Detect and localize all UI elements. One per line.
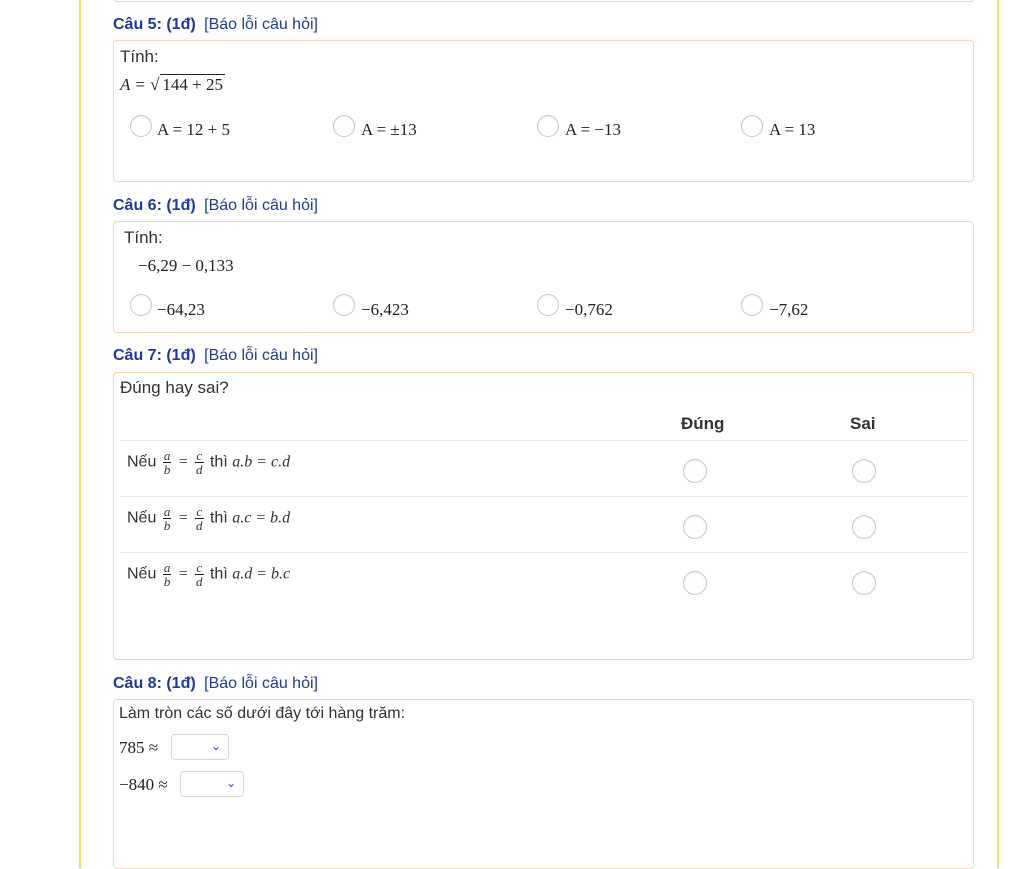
report-question-link[interactable]: [Báo lỗi câu hỏi] bbox=[204, 197, 318, 214]
fraction-a-over-b: ab bbox=[162, 504, 172, 533]
statement-conclusion: a.b = c.d bbox=[232, 453, 291, 471]
statement-row-1: Nếu ab = cd thì a.b = c.d bbox=[127, 449, 290, 476]
q6-option-2-label: −6,423 bbox=[361, 300, 409, 319]
q5-option-4-radio[interactable] bbox=[741, 115, 763, 137]
q5-option-4-label: A = 13 bbox=[769, 120, 816, 139]
q6-option-1-radio[interactable] bbox=[130, 294, 152, 316]
row-1-true-radio[interactable] bbox=[683, 459, 707, 483]
round-item-2-select[interactable]: ⌄ bbox=[180, 771, 244, 797]
q6-option-1-label: −64,23 bbox=[157, 300, 205, 319]
q6-option-2-radio[interactable] bbox=[333, 294, 355, 316]
q5-option-3-radio[interactable] bbox=[537, 115, 559, 137]
question-5-header: Câu 5: (1đ) [Báo lỗi câu hỏi] bbox=[113, 16, 318, 34]
equals-sign: = bbox=[177, 453, 189, 471]
question-7-header: Câu 7: (1đ) [Báo lỗi câu hỏi] bbox=[113, 347, 318, 365]
previous-question-card bbox=[113, 0, 974, 2]
statement-then: thì bbox=[209, 453, 228, 471]
question-8-card: Làm tròn các số dưới đây tới hàng trăm: … bbox=[113, 699, 974, 869]
fraction-c-over-d: cd bbox=[195, 504, 204, 533]
column-header-true: Đúng bbox=[681, 414, 725, 433]
q6-option-3-radio[interactable] bbox=[537, 294, 559, 316]
statement-row-3: Nếu ab = cd thì a.d = b.c bbox=[127, 561, 290, 588]
expr-radicand: 144 + 25 bbox=[160, 74, 225, 94]
q6-option-4-label: −7,62 bbox=[769, 300, 809, 319]
table-divider bbox=[120, 552, 968, 553]
report-question-link[interactable]: [Báo lỗi câu hỏi] bbox=[204, 347, 318, 364]
round-item-1-label: 785 ≈ bbox=[119, 738, 159, 757]
statement-conclusion: a.c = b.d bbox=[232, 509, 291, 527]
question-7-card: Đúng hay sai? Đúng Sai Nếu ab = cd thì a… bbox=[113, 372, 974, 660]
report-question-link[interactable]: [Báo lỗi câu hỏi] bbox=[204, 16, 318, 33]
question-6-card: Tính: −6,29 − 0,133 −64,23 −6,423 −0,762… bbox=[113, 221, 974, 333]
equals-sign: = bbox=[177, 565, 189, 583]
q6-option-4-radio[interactable] bbox=[741, 294, 763, 316]
chevron-down-icon: ⌄ bbox=[225, 776, 236, 790]
statement-conclusion: a.d = b.c bbox=[232, 565, 291, 583]
statement-then: thì bbox=[209, 565, 228, 583]
question-6-header: Câu 6: (1đ) [Báo lỗi câu hỏi] bbox=[113, 197, 318, 215]
fraction-a-over-b: ab bbox=[162, 448, 172, 477]
statement-then: thì bbox=[209, 509, 228, 527]
sqrt-symbol: √ bbox=[150, 75, 160, 94]
question-5-card: Tính: A = √ 144 + 25 A = 12 + 5 A = ±13 A… bbox=[113, 40, 974, 182]
question-8-number: Câu 8: (1đ) bbox=[113, 675, 196, 692]
question-5-number: Câu 5: (1đ) bbox=[113, 16, 196, 33]
fraction-c-over-d: cd bbox=[195, 448, 204, 477]
question-8-header: Câu 8: (1đ) [Báo lỗi câu hỏi] bbox=[113, 675, 318, 693]
question-6-expression: −6,29 − 0,133 bbox=[138, 256, 234, 275]
chevron-down-icon: ⌄ bbox=[210, 739, 221, 753]
statement-prefix: Nếu bbox=[127, 565, 157, 583]
column-header-false: Sai bbox=[850, 414, 876, 433]
report-question-link[interactable]: [Báo lỗi câu hỏi] bbox=[204, 675, 318, 692]
question-7-prompt: Đúng hay sai? bbox=[120, 378, 229, 397]
row-2-false-radio[interactable] bbox=[852, 515, 876, 539]
row-2-true-radio[interactable] bbox=[683, 515, 707, 539]
question-8-prompt: Làm tròn các số dưới đây tới hàng trăm: bbox=[119, 705, 406, 722]
expr-lhs: A = bbox=[120, 75, 151, 94]
q5-option-2-radio[interactable] bbox=[333, 115, 355, 137]
q5-option-1-label: A = 12 + 5 bbox=[157, 120, 231, 139]
row-3-false-radio[interactable] bbox=[852, 571, 876, 595]
statement-prefix: Nếu bbox=[127, 453, 157, 471]
q6-option-3-label: −0,762 bbox=[565, 300, 613, 319]
table-divider bbox=[120, 440, 968, 441]
round-item-2-label: −840 ≈ bbox=[119, 775, 168, 794]
statement-prefix: Nếu bbox=[127, 509, 157, 527]
round-item-1-select[interactable]: ⌄ bbox=[171, 734, 229, 760]
row-1-false-radio[interactable] bbox=[852, 459, 876, 483]
q5-option-1-radio[interactable] bbox=[130, 115, 152, 137]
question-6-prompt: Tính: bbox=[124, 228, 163, 247]
question-5-expression: A = √ 144 + 25 bbox=[120, 74, 225, 95]
table-divider bbox=[120, 496, 968, 497]
question-7-number: Câu 7: (1đ) bbox=[113, 347, 196, 364]
fraction-c-over-d: cd bbox=[195, 560, 204, 589]
question-5-prompt: Tính: bbox=[120, 47, 159, 66]
q5-option-2-label: A = ±13 bbox=[361, 120, 417, 139]
q5-option-3-label: A = −13 bbox=[565, 120, 622, 139]
row-3-true-radio[interactable] bbox=[683, 571, 707, 595]
fraction-a-over-b: ab bbox=[162, 560, 172, 589]
question-6-number: Câu 6: (1đ) bbox=[113, 197, 196, 214]
statement-row-2: Nếu ab = cd thì a.c = b.d bbox=[127, 505, 290, 532]
equals-sign: = bbox=[177, 509, 189, 527]
